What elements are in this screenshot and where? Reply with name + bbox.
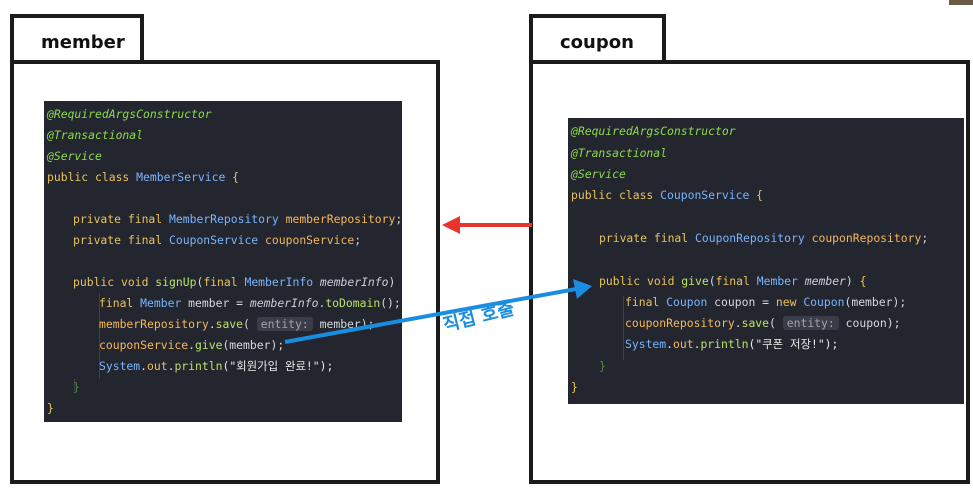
corner-thumbnail <box>949 0 973 5</box>
class-name: MemberRepository <box>169 212 279 226</box>
code-text: ; <box>354 233 362 247</box>
code-text: member = <box>181 296 250 310</box>
code-text: member); <box>312 317 375 331</box>
direct-call-label: 직접 호출 <box>440 298 517 337</box>
parameter-hint: entity: <box>782 316 839 330</box>
code-text: ( <box>708 274 716 288</box>
code-text: . <box>140 359 148 373</box>
field-name: memberRepository <box>99 317 209 331</box>
method-name: toDomain <box>325 296 381 310</box>
variable-name: memberInfo <box>249 296 319 310</box>
code-text: . <box>188 338 196 352</box>
brace: { <box>225 170 240 184</box>
field-name: couponRepository <box>811 231 922 245</box>
class-name: MemberInfo <box>244 275 320 289</box>
class-name: System <box>99 359 141 373</box>
brace: { <box>859 274 867 288</box>
keyword: public class <box>571 188 661 202</box>
class-name: Coupon <box>803 295 845 309</box>
class-name: MemberService <box>136 170 226 184</box>
annotation: @RequiredArgsConstructor <box>571 124 736 138</box>
method-name: give <box>195 338 223 352</box>
param-name: memberInfo <box>319 275 389 289</box>
code-text: ( <box>769 316 783 330</box>
annotation: @RequiredArgsConstructor <box>47 107 212 121</box>
brace: } <box>73 380 80 394</box>
param-name: member <box>804 274 846 288</box>
annotation: @Service <box>47 149 102 163</box>
code-text: coupon); <box>838 316 901 330</box>
annotation: @Transactional <box>571 146 668 160</box>
keyword: final <box>99 296 141 310</box>
class-name: Member <box>140 296 182 310</box>
code-text: ; <box>395 212 402 226</box>
code-text: . <box>666 337 674 351</box>
code-text: ) <box>845 274 860 288</box>
annotation: @Service <box>571 167 626 181</box>
keyword: public void <box>599 274 682 288</box>
annotation: @Transactional <box>47 128 144 142</box>
keyword: final <box>625 295 667 309</box>
method-name: println <box>700 337 749 351</box>
keyword: final <box>203 275 245 289</box>
class-name: CouponService <box>660 188 750 202</box>
code-text: (); <box>380 296 401 310</box>
field-name: memberRepository <box>285 212 396 226</box>
method-name: save <box>215 317 244 331</box>
keyword: private final <box>73 212 170 226</box>
indent-guide <box>623 296 624 360</box>
method-name: save <box>741 316 770 330</box>
member-module-tab: member <box>10 14 144 64</box>
coupon-module-tab: coupon <box>529 14 666 64</box>
keyword: public class <box>47 170 137 184</box>
member-module-label: member <box>41 32 125 53</box>
code-text: ; <box>921 231 929 245</box>
method-name: println <box>174 359 223 373</box>
method-name: signUp <box>155 275 197 289</box>
keyword: final <box>715 274 757 288</box>
class-name: Member <box>756 274 805 288</box>
brace: { <box>749 188 764 202</box>
keyword: new <box>775 295 804 309</box>
string-literal: ("회원가입 완료!"); <box>222 359 334 373</box>
brace: } <box>571 380 578 394</box>
code-text: coupon = <box>707 295 776 309</box>
parameter-hint: entity: <box>256 317 313 331</box>
field-name: couponService <box>99 338 189 352</box>
brace: } <box>47 401 54 415</box>
code-text: (member); <box>222 338 285 352</box>
class-name: CouponRepository <box>695 231 805 245</box>
class-name: System <box>625 337 667 351</box>
field-name: out <box>673 337 694 351</box>
member-service-code: @RequiredArgsConstructor @Transactional … <box>44 101 402 422</box>
string-literal: ("쿠폰 저장!"); <box>748 337 839 351</box>
keyword: private final <box>73 233 170 247</box>
coupon-module-label: coupon <box>560 32 634 53</box>
code-text: ) <box>388 275 402 289</box>
class-name: Coupon <box>666 295 708 309</box>
field-name: out <box>147 359 168 373</box>
class-name: CouponService <box>169 233 259 247</box>
coupon-service-code: @RequiredArgsConstructor @Transactional … <box>568 118 964 404</box>
code-text: . <box>734 316 742 330</box>
field-name: couponService <box>265 233 355 247</box>
keyword: public void <box>73 275 156 289</box>
keyword: private final <box>599 231 696 245</box>
red-dependency-arrow <box>442 216 532 234</box>
code-text: (member); <box>844 295 907 309</box>
code-text: ( <box>243 317 257 331</box>
brace: } <box>599 359 606 373</box>
code-text: . <box>208 317 216 331</box>
method-name: give <box>681 274 709 288</box>
field-name: couponRepository <box>625 316 735 330</box>
